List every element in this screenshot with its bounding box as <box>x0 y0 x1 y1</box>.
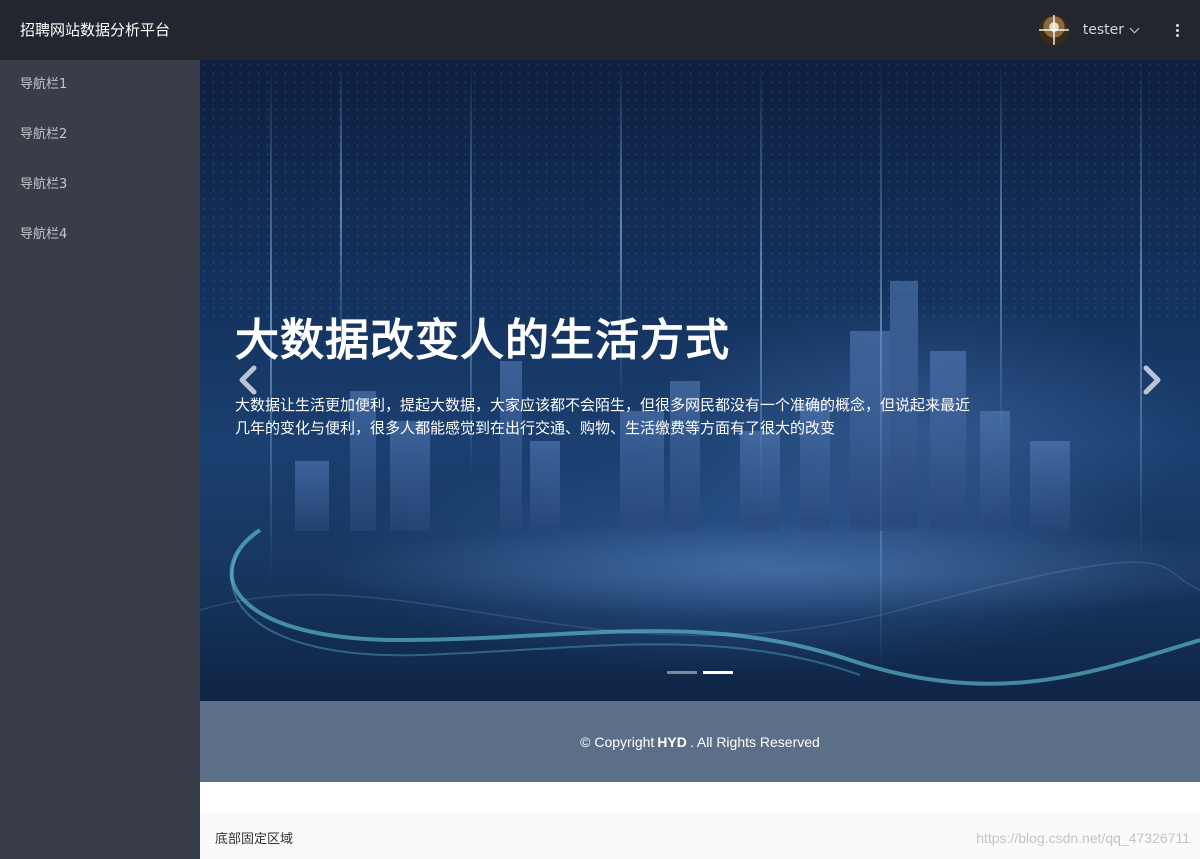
sidebar-item-label: 导航栏2 <box>20 127 68 142</box>
user-avatar[interactable] <box>1038 15 1069 45</box>
copyright-bar: © Copyright HYD . All Rights Reserved <box>200 701 1200 782</box>
header-actions: tester <box>1038 0 1200 60</box>
hero-carousel: 大数据改变人的生活方式 大数据让生活更加便利，提起大数据，大家应该都不会陌生，但… <box>200 60 1200 701</box>
light-trail-curve <box>200 528 1200 686</box>
carousel-indicator-1[interactable] <box>667 671 697 674</box>
more-menu-button[interactable] <box>1154 0 1200 60</box>
carousel-indicator-2[interactable] <box>703 671 733 674</box>
chevron-down-icon <box>1129 23 1140 33</box>
user-menu[interactable]: tester <box>1082 22 1140 38</box>
sidebar-item-3[interactable]: 导航栏3 <box>0 160 200 210</box>
sidebar-item-label: 导航栏4 <box>20 227 68 242</box>
sidebar-item-1[interactable]: 导航栏1 <box>0 60 200 110</box>
carousel-next-button[interactable] <box>1132 362 1168 398</box>
watermark: https://blog.csdn.net/qq_47326711 <box>976 830 1190 846</box>
fixed-footer: 底部固定区域 https://blog.csdn.net/qq_47326711 <box>200 815 1200 859</box>
copyright-prefix: © Copyright <box>580 733 655 750</box>
chevron-right-icon <box>1143 365 1161 395</box>
more-vertical-icon <box>1175 23 1179 27</box>
slide-title: 大数据改变人的生活方式 <box>235 315 730 366</box>
sidebar-item-label: 导航栏1 <box>20 77 68 92</box>
sidebar-item-2[interactable]: 导航栏2 <box>0 110 200 160</box>
sidebar-item-label: 导航栏3 <box>20 177 68 192</box>
chevron-left-icon <box>239 365 257 395</box>
carousel-indicators <box>667 671 739 674</box>
footer-text: 底部固定区域 <box>215 832 294 847</box>
sidebar-item-4[interactable]: 导航栏4 <box>0 210 200 260</box>
top-header: tester <box>200 0 1200 60</box>
username: tester <box>1082 22 1124 38</box>
copyright-suffix: . All Rights Reserved <box>689 733 820 750</box>
sidebar: 招聘网站数据分析平台 导航栏1 导航栏2 导航栏3 导航栏4 <box>0 0 200 859</box>
slide-description: 大数据让生活更加便利，提起大数据，大家应该都不会陌生，但很多网民都没有一个准确的… <box>235 396 971 437</box>
carousel-prev-button[interactable] <box>232 362 268 398</box>
app-title: 招聘网站数据分析平台 <box>0 0 200 60</box>
copyright-owner: HYD <box>657 733 687 750</box>
